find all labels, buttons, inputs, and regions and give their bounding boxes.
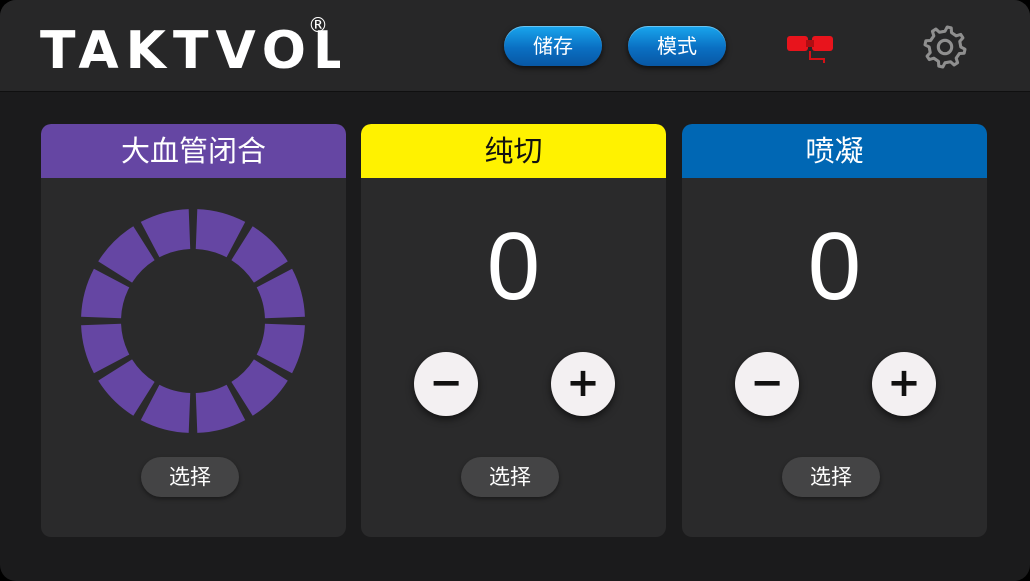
panel-title: 纯切 <box>361 124 666 178</box>
ring-segment <box>98 226 155 283</box>
gear-icon[interactable] <box>922 24 968 70</box>
increase-button[interactable]: + <box>551 352 615 416</box>
increase-button[interactable]: + <box>872 352 936 416</box>
registered-mark: ® <box>308 16 328 37</box>
pure-cut-panel: 纯切 0 − + 选择 <box>361 124 666 537</box>
power-value: 0 <box>807 213 862 320</box>
top-bar: TAKTVOLL ® 储存 模式 <box>0 0 1030 92</box>
ring-segment <box>231 226 288 283</box>
save-button[interactable]: 储存 <box>504 26 602 66</box>
spray-coag-panel: 喷凝 0 − + 选择 <box>682 124 987 537</box>
mode-button[interactable]: 模式 <box>628 26 726 66</box>
brand-name: TAKTVOLL <box>40 21 340 76</box>
select-button[interactable]: 选择 <box>782 457 880 497</box>
ring-segment <box>98 359 155 416</box>
select-button[interactable]: 选择 <box>141 457 239 497</box>
panel-title: 喷凝 <box>682 124 987 178</box>
decrease-button[interactable]: − <box>735 352 799 416</box>
select-button[interactable]: 选择 <box>461 457 559 497</box>
vessel-seal-panel: 大血管闭合 选择 <box>41 124 346 537</box>
device-screen: TAKTVOLL ® 储存 模式 大血管闭合 选择 纯切 0 − + <box>0 0 1030 581</box>
ring-segment <box>231 359 288 416</box>
foot-pedal-icon <box>787 36 833 63</box>
brand-logo: TAKTVOLL ® <box>40 16 340 76</box>
power-value: 0 <box>486 213 541 320</box>
progress-ring <box>81 209 305 433</box>
decrease-button[interactable]: − <box>414 352 478 416</box>
panel-title: 大血管闭合 <box>41 124 346 178</box>
